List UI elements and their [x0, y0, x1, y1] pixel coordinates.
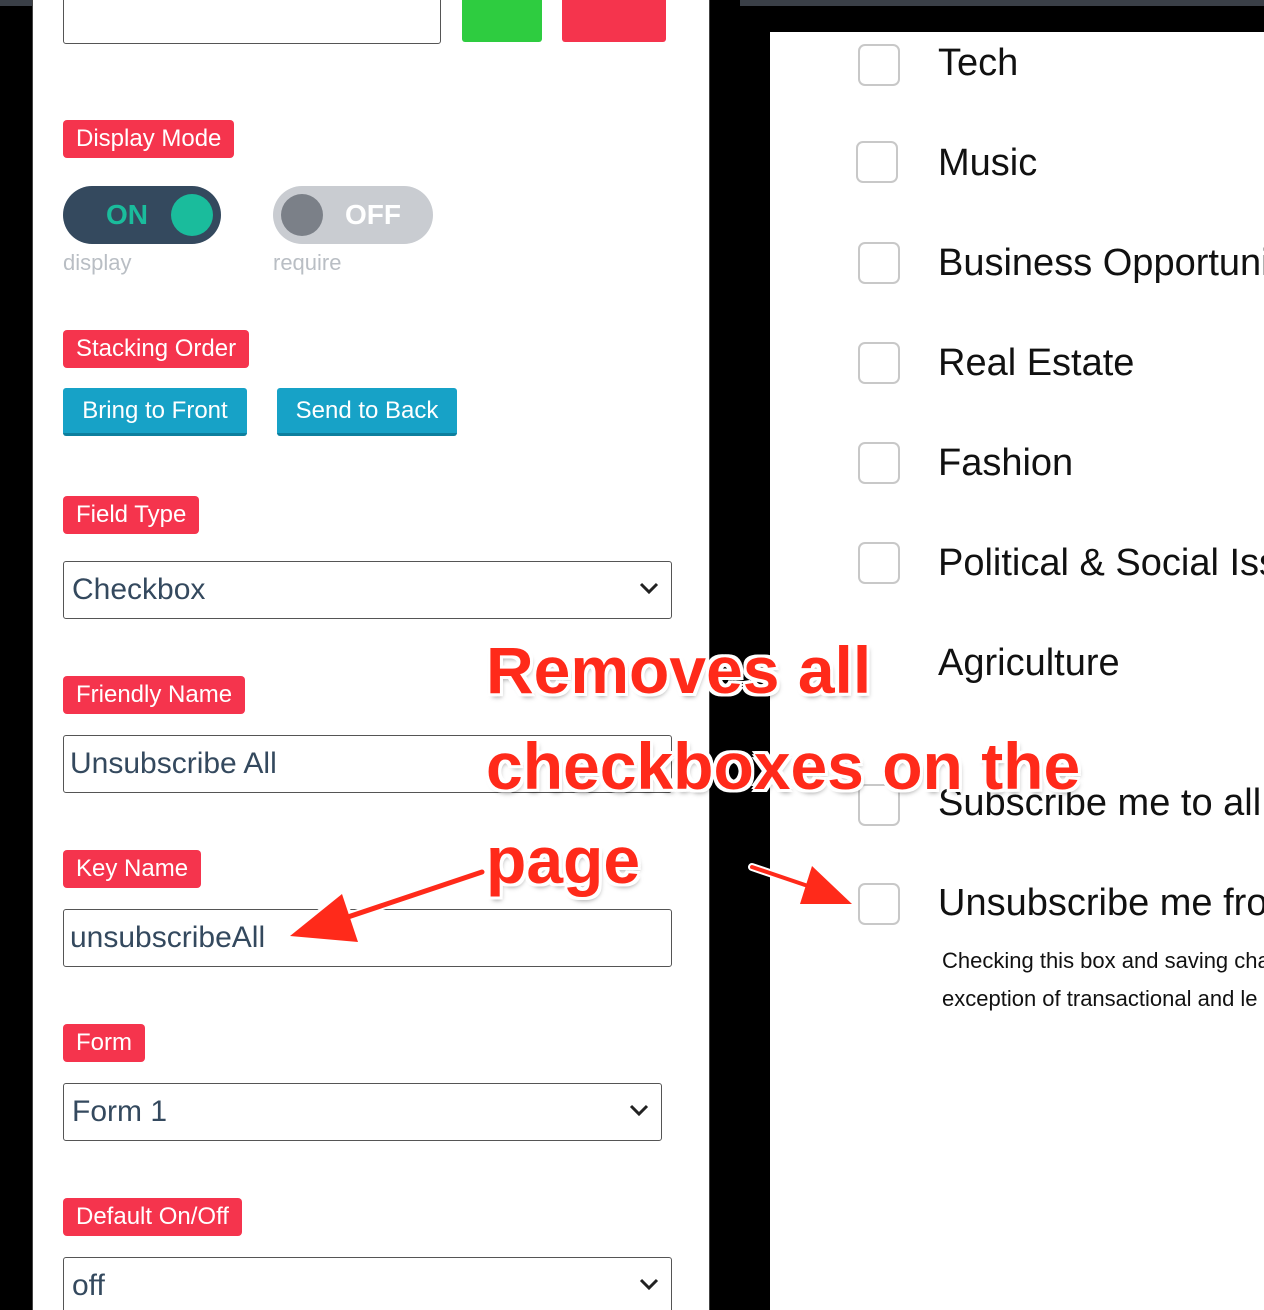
stacking-order-tag: Stacking Order [63, 330, 250, 368]
key-name-value: unsubscribeAll [70, 921, 266, 954]
annotation-line-2: checkboxes on the [486, 729, 1081, 803]
checkbox-tech[interactable] [858, 44, 900, 86]
field-type-select[interactable]: Checkbox [63, 561, 672, 619]
partial-input[interactable] [63, 0, 441, 44]
partial-green-button[interactable] [462, 0, 542, 42]
option-label-business: Business Opportuni [938, 242, 1264, 284]
display-caption: display [63, 250, 132, 275]
option-label-agriculture: Agriculture [938, 642, 1120, 684]
require-toggle[interactable]: OFF [273, 186, 433, 244]
partial-red-button[interactable] [562, 0, 666, 42]
display-toggle[interactable]: ON [63, 186, 221, 244]
checkbox-political[interactable] [858, 542, 900, 584]
chevron-down-icon [639, 582, 659, 595]
require-caption: require [273, 250, 342, 275]
chevron-down-icon [629, 1104, 649, 1117]
option-label-music: Music [938, 142, 1038, 184]
option-label-unsubscribe-all: Unsubscribe me fro [938, 882, 1264, 924]
unsubscribe-help-line2: exception of transactional and le [942, 986, 1258, 1011]
field-type-value: Checkbox [72, 573, 206, 606]
display-mode-tag: Display Mode [63, 120, 235, 158]
unsubscribe-help-line1: Checking this box and saving cha [942, 948, 1264, 973]
default-onoff-value: off [72, 1269, 105, 1302]
annotation-line-1: Removes all [486, 633, 872, 707]
option-label-fashion: Fashion [938, 442, 1074, 484]
option-label-political: Political & Social Iss [938, 542, 1264, 584]
key-name-tag: Key Name [63, 850, 202, 888]
friendly-name-value: Unsubscribe All [70, 747, 277, 780]
field-type-tag: Field Type [63, 496, 200, 534]
friendly-name-tag: Friendly Name [63, 676, 246, 714]
checkbox-fashion[interactable] [858, 442, 900, 484]
checkbox-real-estate[interactable] [858, 342, 900, 384]
option-label-real-estate: Real Estate [938, 342, 1135, 384]
option-label-tech: Tech [938, 42, 1019, 84]
form-tag: Form [63, 1024, 145, 1062]
default-onoff-select[interactable]: off [63, 1257, 672, 1310]
toggle-knob [171, 194, 213, 236]
top-strip-right [740, 0, 1264, 6]
require-toggle-label: OFF [345, 199, 401, 230]
checkbox-unsubscribe-all[interactable] [858, 883, 900, 925]
toggle-knob [281, 194, 323, 236]
default-onoff-tag: Default On/Off [63, 1198, 242, 1236]
checkbox-music[interactable] [856, 141, 898, 183]
key-name-input[interactable]: unsubscribeAll [63, 909, 672, 967]
send-to-back-button[interactable]: Send to Back [277, 388, 457, 436]
form-select[interactable]: Form 1 [63, 1083, 662, 1141]
checkbox-business[interactable] [858, 242, 900, 284]
bring-to-front-button[interactable]: Bring to Front [63, 388, 247, 436]
form-value: Form 1 [72, 1095, 168, 1128]
display-toggle-label: ON [106, 199, 148, 230]
chevron-down-icon [639, 1278, 659, 1291]
annotation-line-3: page [486, 823, 641, 897]
